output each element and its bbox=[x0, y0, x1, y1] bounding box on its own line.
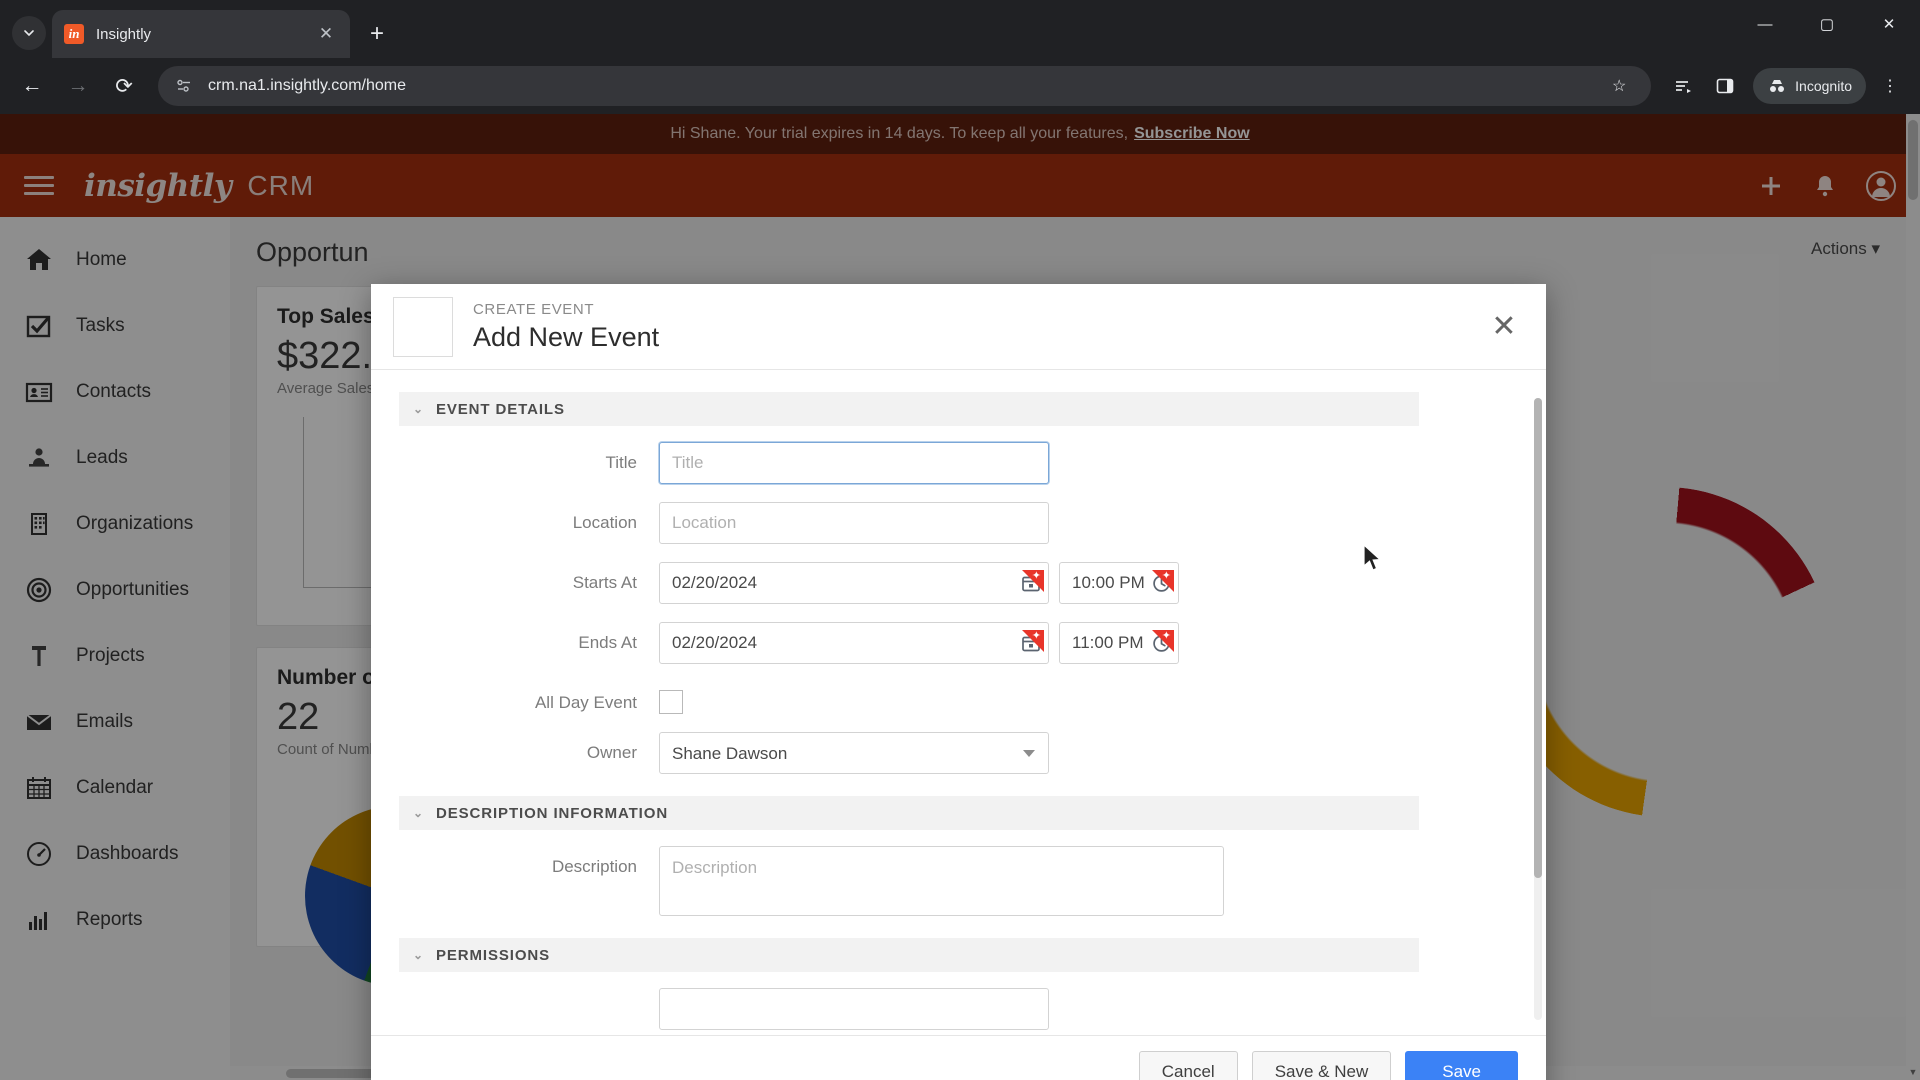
browser-tab[interactable]: in Insightly ✕ bbox=[52, 10, 350, 58]
cancel-button[interactable]: Cancel bbox=[1138, 1051, 1238, 1080]
modal-body: ⌄ EVENT DETAILS Title Location Starts At bbox=[371, 370, 1546, 1036]
section-label: EVENT DETAILS bbox=[435, 400, 565, 418]
field-row-ends-at: Ends At ✦ ✦ bbox=[399, 622, 1518, 665]
starts-at-calendar-picker-button[interactable]: ✦ bbox=[1018, 570, 1044, 595]
ends-at-time-picker-button[interactable]: ✦ bbox=[1148, 630, 1174, 655]
chevron-down-icon: ⌄ bbox=[413, 806, 424, 821]
ends-at-label: Ends At bbox=[578, 633, 637, 653]
description-textarea[interactable] bbox=[659, 846, 1224, 917]
section-label: DESCRIPTION INFORMATION bbox=[435, 804, 669, 822]
browser-menu-button[interactable]: ⋮ bbox=[1872, 68, 1908, 104]
modal-title: Add New Event bbox=[473, 321, 660, 352]
location-label: Location bbox=[572, 513, 637, 533]
save-and-new-button[interactable]: Save & New bbox=[1251, 1051, 1392, 1080]
field-row-title: Title bbox=[399, 442, 1518, 485]
add-event-modal: CREATE EVENT Add New Event ✕ ⌄ EVENT DET… bbox=[371, 284, 1546, 1080]
starts-at-time-picker-button[interactable]: ✦ bbox=[1148, 570, 1174, 595]
save-button[interactable]: Save bbox=[1405, 1051, 1518, 1080]
ends-at-date-input[interactable] bbox=[659, 622, 1049, 665]
incognito-label: Incognito bbox=[1795, 78, 1852, 94]
chevron-down-icon: ⌄ bbox=[413, 948, 424, 963]
tab-close-button[interactable]: ✕ bbox=[314, 22, 338, 46]
window-maximize-button[interactable]: ▢ bbox=[1796, 0, 1858, 48]
field-row-permissions-partial bbox=[399, 988, 1518, 1031]
description-label: Description bbox=[551, 857, 637, 877]
window-controls: — ▢ ✕ bbox=[1734, 0, 1920, 48]
modal-footer: Cancel Save & New Save bbox=[371, 1035, 1546, 1080]
url-text: crm.na1.insightly.com/home bbox=[208, 77, 406, 94]
chevron-down-icon: ⌄ bbox=[413, 402, 424, 417]
browser-chrome: in Insightly ✕ + — ▢ ✕ ← → ⟳ crm.na1.ins… bbox=[0, 0, 1920, 114]
permissions-partial-label bbox=[399, 988, 659, 999]
starts-at-time-wrap: ✦ bbox=[1059, 562, 1179, 605]
page-viewport: Hi Shane. Your trial expires in 14 days.… bbox=[0, 114, 1920, 1080]
sparkle-icon: ✦ bbox=[1161, 630, 1171, 643]
reading-list-icon[interactable] bbox=[1665, 68, 1701, 104]
all-day-event-checkbox[interactable] bbox=[659, 690, 683, 715]
permissions-partial-input[interactable] bbox=[659, 988, 1049, 1031]
sparkle-icon: ✦ bbox=[1031, 570, 1041, 583]
modal-scrollbar-thumb[interactable] bbox=[1534, 398, 1542, 879]
section-header-permissions[interactable]: ⌄ PERMISSIONS bbox=[399, 938, 1419, 973]
section-header-event-details[interactable]: ⌄ EVENT DETAILS bbox=[399, 392, 1419, 427]
incognito-indicator[interactable]: Incognito bbox=[1753, 68, 1866, 104]
back-button[interactable]: ← bbox=[12, 66, 52, 106]
field-row-location: Location bbox=[399, 502, 1518, 545]
tab-search-button[interactable] bbox=[12, 16, 46, 50]
incognito-icon bbox=[1770, 80, 1785, 92]
sparkle-icon: ✦ bbox=[1031, 630, 1041, 643]
owner-select[interactable]: Shane Dawson bbox=[659, 732, 1049, 775]
title-label: Title bbox=[605, 453, 638, 473]
close-icon[interactable]: ✕ bbox=[1484, 307, 1524, 347]
starts-at-date-input[interactable] bbox=[659, 562, 1049, 605]
modal-header: CREATE EVENT Add New Event ✕ bbox=[371, 284, 1546, 371]
owner-label: Owner bbox=[586, 743, 637, 763]
window-close-button[interactable]: ✕ bbox=[1858, 0, 1920, 48]
location-input[interactable] bbox=[659, 502, 1049, 545]
starts-at-label: Starts At bbox=[572, 573, 637, 593]
tab-title: Insightly bbox=[96, 25, 152, 43]
ends-at-date-wrap: ✦ bbox=[659, 622, 1049, 665]
event-thumbnail bbox=[393, 296, 453, 357]
field-row-owner: Owner Shane Dawson bbox=[399, 732, 1518, 775]
side-panel-icon[interactable] bbox=[1707, 68, 1743, 104]
reload-button[interactable]: ⟳ bbox=[104, 66, 144, 106]
new-tab-button[interactable]: + bbox=[360, 17, 394, 51]
modal-title-group: CREATE EVENT Add New Event bbox=[473, 301, 659, 353]
omnibox-toolbar: ← → ⟳ crm.na1.insightly.com/home ☆ Incog… bbox=[0, 58, 1920, 114]
field-row-all-day-event: All Day Event bbox=[399, 682, 1518, 715]
section-label: PERMISSIONS bbox=[435, 946, 551, 964]
chevron-down-icon bbox=[24, 30, 34, 37]
section-header-description-information[interactable]: ⌄ DESCRIPTION INFORMATION bbox=[399, 796, 1419, 831]
owner-select-wrap: Shane Dawson bbox=[659, 732, 1049, 775]
window-minimize-button[interactable]: — bbox=[1734, 0, 1796, 48]
field-row-starts-at: Starts At ✦ ✦ bbox=[399, 562, 1518, 605]
ends-at-time-wrap: ✦ bbox=[1059, 622, 1179, 665]
tab-strip: in Insightly ✕ + — ▢ ✕ bbox=[0, 0, 1920, 58]
all-day-event-label: All Day Event bbox=[534, 693, 637, 713]
forward-button[interactable]: → bbox=[58, 66, 98, 106]
title-input[interactable] bbox=[659, 442, 1049, 485]
sparkle-icon: ✦ bbox=[1161, 570, 1171, 583]
bookmark-star-icon[interactable]: ☆ bbox=[1601, 68, 1637, 104]
modal-eyebrow: CREATE EVENT bbox=[473, 300, 595, 318]
site-settings-icon[interactable] bbox=[172, 74, 196, 98]
field-row-description: Description bbox=[399, 846, 1518, 917]
ends-at-calendar-picker-button[interactable]: ✦ bbox=[1018, 630, 1044, 655]
starts-at-date-wrap: ✦ bbox=[659, 562, 1049, 605]
insightly-favicon-icon: in bbox=[64, 24, 84, 44]
address-bar[interactable]: crm.na1.insightly.com/home ☆ bbox=[158, 66, 1652, 106]
